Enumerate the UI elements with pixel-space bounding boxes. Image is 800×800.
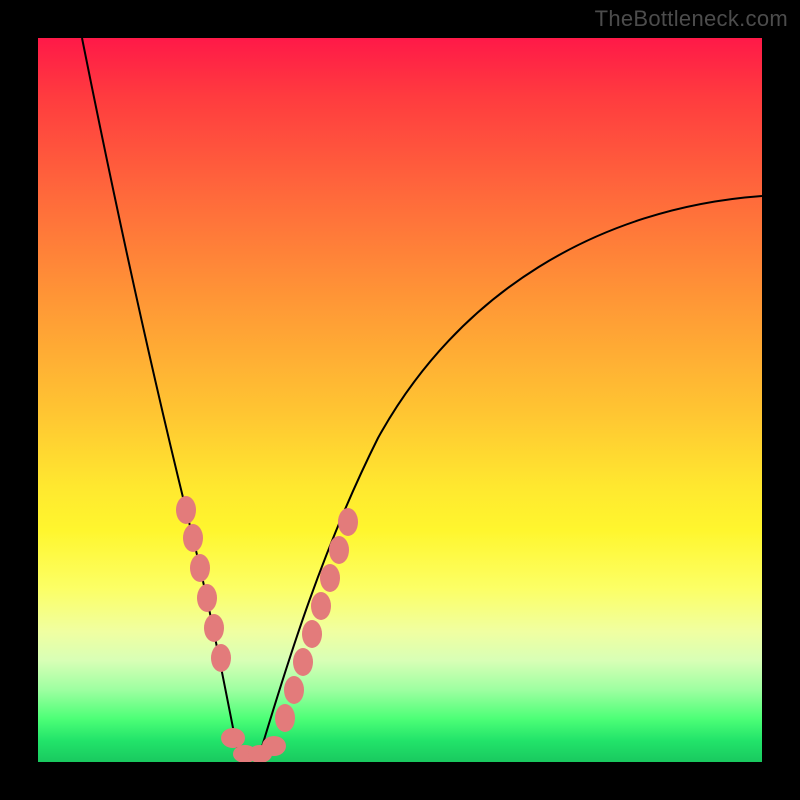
chart-svg (38, 38, 762, 762)
plot-area (38, 38, 762, 762)
marker-dot (320, 564, 340, 592)
marker-dot (183, 524, 203, 552)
curve-left-branch (82, 38, 238, 753)
watermark-text: TheBottleneck.com (595, 6, 788, 32)
chart-frame: TheBottleneck.com (0, 0, 800, 800)
marker-dot (197, 584, 217, 612)
marker-dot (176, 496, 196, 524)
curve-right-branch (260, 196, 762, 753)
marker-dot (284, 676, 304, 704)
marker-dot (190, 554, 210, 582)
marker-group (176, 496, 358, 762)
marker-dot (338, 508, 358, 536)
marker-dot (211, 644, 231, 672)
marker-dot (293, 648, 313, 676)
marker-dot (329, 536, 349, 564)
marker-dot (221, 728, 245, 748)
curve-group (82, 38, 762, 758)
marker-dot (275, 704, 295, 732)
marker-dot (302, 620, 322, 648)
marker-dot (311, 592, 331, 620)
marker-dot (204, 614, 224, 642)
marker-dot (262, 736, 286, 756)
